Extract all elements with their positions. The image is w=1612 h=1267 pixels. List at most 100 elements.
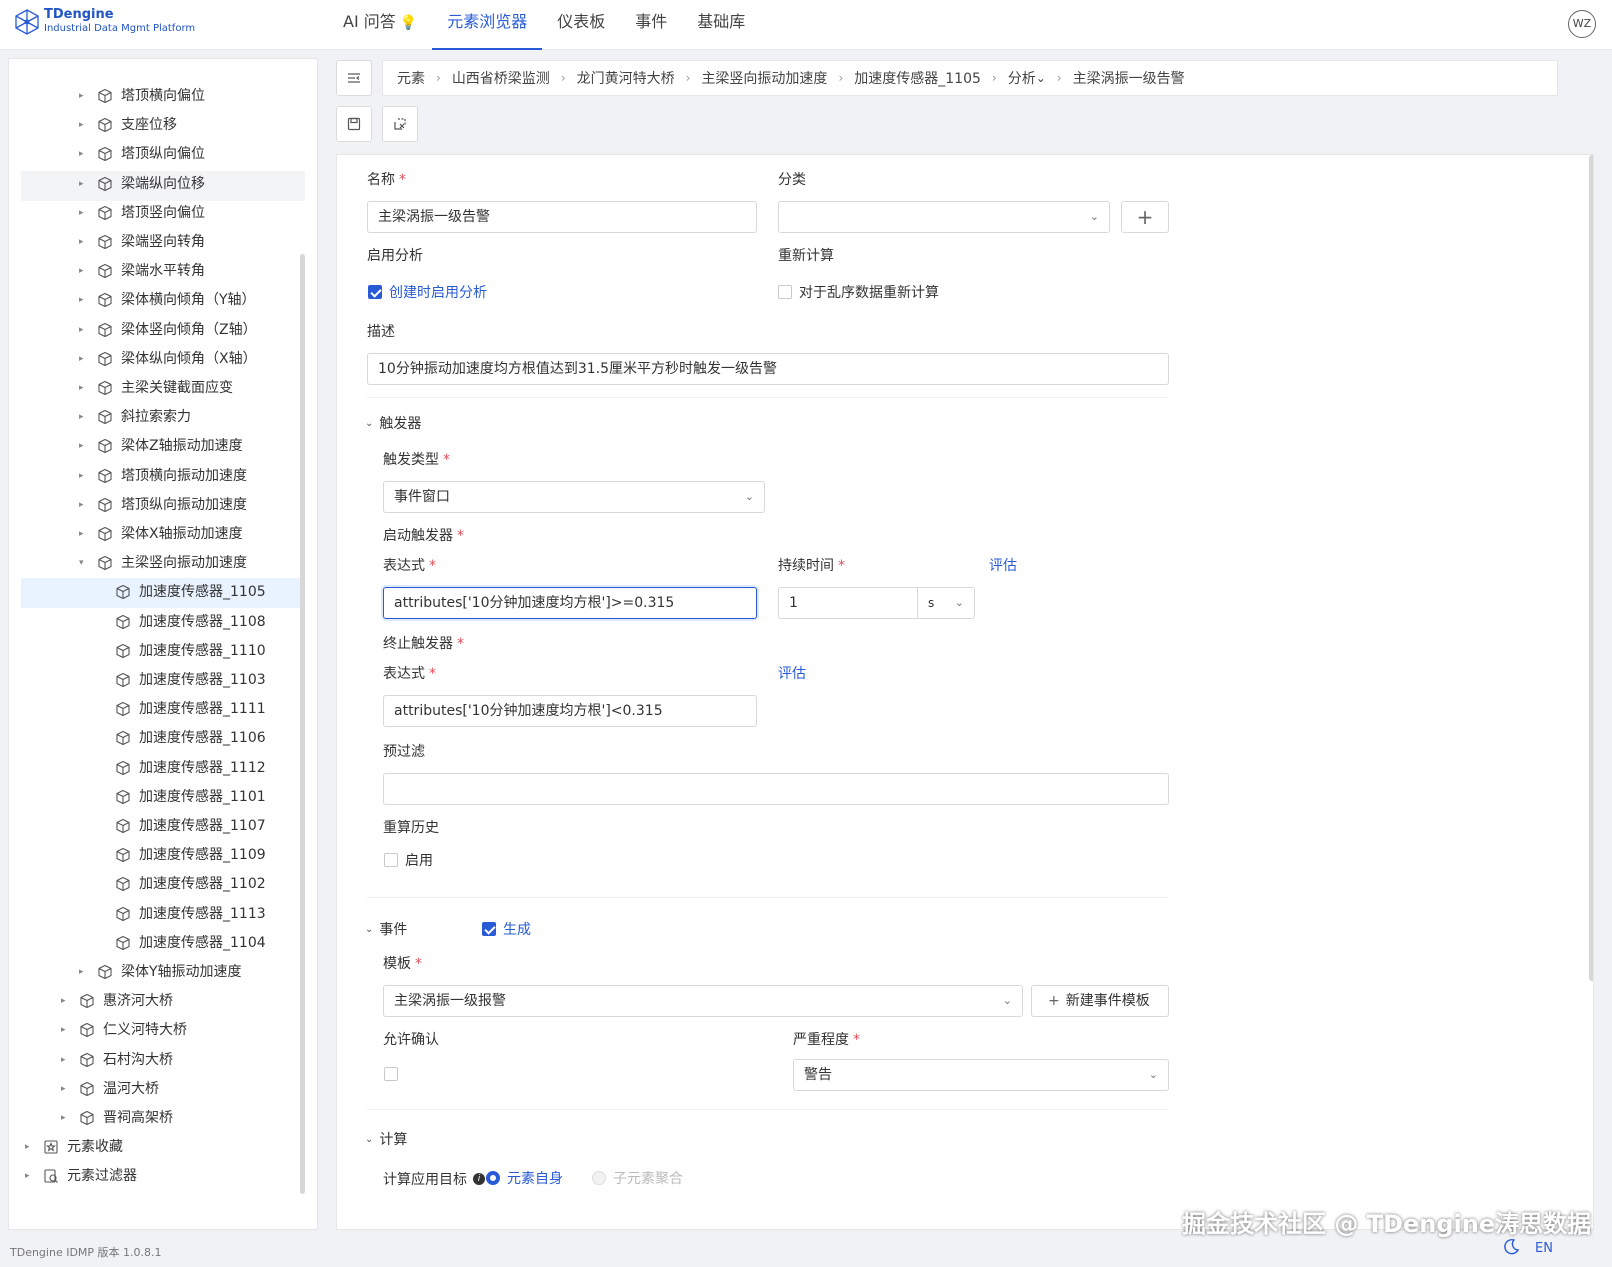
caret-right-icon[interactable]: ▸ [79, 82, 91, 110]
start-expression-input[interactable]: attributes['10分钟加速度均方根']>=0.315 [383, 587, 757, 619]
tree-item-sensor[interactable]: 加速度传感器_1110 [97, 637, 266, 665]
tree-item-metric[interactable]: ▸ 梁体纵向倾角（X轴） [79, 345, 257, 373]
tree-item-metric[interactable]: ▸ 梁体竖向倾角（Z轴） [79, 316, 257, 344]
nav-events[interactable]: 事件 [620, 0, 682, 50]
caret-right-icon[interactable]: ▸ [79, 958, 91, 986]
tree-item-metric[interactable]: ▸ 塔顶纵向振动加速度 [79, 491, 247, 519]
tree-item-metric[interactable]: ▾ 主梁竖向振动加速度 [79, 549, 247, 577]
caret-right-icon[interactable]: ▸ [79, 491, 91, 519]
caret-right-icon[interactable]: ▸ [79, 257, 91, 285]
chevron-down-icon[interactable]: ⌄ [1036, 71, 1046, 85]
tree-item-metric[interactable]: ▸ 塔顶竖向偏位 [79, 199, 205, 227]
tree-root-favorites[interactable]: ▸ 元素收藏 [25, 1133, 123, 1161]
enable-analysis-checkbox[interactable] [368, 285, 382, 299]
generate-event-label[interactable]: 生成 [503, 919, 531, 939]
save-button[interactable] [336, 106, 372, 142]
evaluate-stop-link[interactable]: 评估 [778, 663, 806, 683]
event-template-select[interactable]: 主梁涡振一级报警 ⌄ [383, 985, 1023, 1017]
brand-logo[interactable]: TDengine Industrial Data Mgmt Platform [14, 8, 195, 36]
evaluate-start-link[interactable]: 评估 [989, 555, 1017, 575]
caret-right-icon[interactable]: ▸ [79, 58, 91, 59]
tree-item-metric[interactable]: ▸ 梁体Y轴振动加速度 [79, 958, 242, 986]
caret-right-icon[interactable]: ▸ [79, 520, 91, 548]
tree-item-sensor[interactable]: 加速度传感器_1102 [97, 870, 266, 898]
caret-down-icon[interactable]: ▾ [79, 549, 91, 577]
caret-right-icon[interactable]: ▸ [79, 462, 91, 490]
caret-right-icon[interactable]: ▸ [25, 1162, 37, 1190]
recalc-checkbox[interactable] [778, 285, 792, 299]
description-textarea[interactable]: 10分钟振动加速度均方根值达到31.5厘米平方秒时触发一级告警 [367, 353, 1169, 385]
tree-item-partial[interactable]: ▸ 主梁竖向位移 [79, 58, 205, 59]
tree-item-metric[interactable]: ▸ 塔顶纵向偏位 [79, 140, 205, 168]
breadcrumb-item[interactable]: 主梁涡振一级告警 [1073, 68, 1185, 88]
caret-right-icon[interactable]: ▸ [79, 140, 91, 168]
severity-select[interactable]: 警告 ⌄ [793, 1059, 1169, 1091]
generate-event-checkbox[interactable] [482, 922, 496, 936]
breadcrumb-item[interactable]: 加速度传感器_1105 [854, 68, 981, 88]
tree-item-sensor[interactable]: 加速度传感器_1113 [97, 900, 266, 928]
moon-icon[interactable] [1502, 1238, 1520, 1256]
toggle-sidebar-button[interactable] [336, 60, 372, 96]
caret-right-icon[interactable]: ▸ [61, 1104, 73, 1132]
tree-item-bridge[interactable]: ▸ 惠济河大桥 [61, 987, 173, 1015]
caret-right-icon[interactable]: ▸ [79, 403, 91, 431]
tree-item-bridge[interactable]: ▸ 石村沟大桥 [61, 1046, 173, 1074]
tree-item-metric[interactable]: ▸ 梁端纵向位移 [79, 170, 205, 198]
rehistory-checkbox[interactable] [384, 853, 398, 867]
tree-item-metric[interactable]: ▸ 主梁关键截面应变 [79, 374, 233, 402]
calc-target-self-radio[interactable] [486, 1171, 500, 1185]
breadcrumb-item[interactable]: 元素 [397, 68, 425, 88]
caret-right-icon[interactable]: ▸ [79, 374, 91, 402]
tree-item-sensor[interactable]: 加速度传感器_1103 [97, 666, 266, 694]
tree-item-metric[interactable]: ▸ 梁体X轴振动加速度 [79, 520, 243, 548]
tree-root-filters[interactable]: ▸ 元素过滤器 [25, 1162, 137, 1190]
user-avatar[interactable]: WZ [1568, 10, 1596, 38]
discard-button[interactable] [382, 106, 418, 142]
language-switch[interactable]: EN [1535, 1241, 1553, 1256]
tree-item-metric[interactable]: ▸ 塔顶横向偏位 [79, 82, 205, 110]
tree-item-metric[interactable]: ▸ 支座位移 [79, 111, 177, 139]
tree-item-bridge[interactable]: ▸ 晋祠高架桥 [61, 1104, 173, 1132]
stop-expression-input[interactable]: attributes['10分钟加速度均方根']<0.315 [383, 695, 757, 727]
breadcrumb-item[interactable]: 分析 [1008, 68, 1036, 88]
trigger-type-select[interactable]: 事件窗口 ⌄ [383, 481, 765, 513]
caret-right-icon[interactable]: ▸ [79, 432, 91, 460]
calc-target-children-radio[interactable] [592, 1171, 606, 1185]
category-select[interactable]: ⌄ [778, 201, 1110, 233]
duration-unit-select[interactable]: s ⌄ [917, 587, 975, 619]
sidebar-scrollbar[interactable] [300, 254, 305, 1194]
nav-dashboard[interactable]: 仪表板 [542, 0, 620, 50]
rehistory-checkbox-label[interactable]: 启用 [405, 850, 433, 870]
info-icon[interactable]: i [473, 1173, 485, 1185]
calc-section-toggle[interactable]: ⌄ 计算 [365, 1129, 407, 1149]
duration-input[interactable]: 1 [778, 587, 918, 619]
tree-item-metric[interactable]: ▸ 塔顶横向振动加速度 [79, 462, 247, 490]
caret-right-icon[interactable]: ▸ [61, 1016, 73, 1044]
nav-ai-qa[interactable]: AI 问答 💡 [328, 0, 432, 50]
calc-target-children-label[interactable]: 子元素聚合 [613, 1168, 683, 1188]
add-category-button[interactable]: + [1121, 201, 1169, 233]
tree-item-sensor[interactable]: 加速度传感器_1105 [97, 578, 266, 606]
new-event-template-button[interactable]: + 新建事件模板 [1031, 985, 1169, 1017]
caret-right-icon[interactable]: ▸ [79, 199, 91, 227]
tree-item-metric[interactable]: ▸ 斜拉索索力 [79, 403, 191, 431]
caret-right-icon[interactable]: ▸ [61, 1046, 73, 1074]
nav-element-browser[interactable]: 元素浏览器 [432, 0, 543, 50]
enable-analysis-checkbox-label[interactable]: 创建时启用分析 [389, 282, 487, 302]
caret-right-icon[interactable]: ▸ [61, 987, 73, 1015]
tree-item-bridge[interactable]: ▸ 温河大桥 [61, 1075, 159, 1103]
name-input[interactable]: 主梁涡振一级告警 [367, 201, 757, 233]
caret-right-icon[interactable]: ▸ [79, 286, 91, 314]
allow-ack-checkbox[interactable] [384, 1067, 398, 1081]
tree-item-metric[interactable]: ▸ 梁体横向倾角（Y轴） [79, 286, 256, 314]
tree-item-sensor[interactable]: 加速度传感器_1112 [97, 754, 266, 782]
caret-right-icon[interactable]: ▸ [79, 345, 91, 373]
tree-item-sensor[interactable]: 加速度传感器_1101 [97, 783, 266, 811]
recalc-checkbox-label[interactable]: 对于乱序数据重新计算 [799, 282, 939, 302]
breadcrumb-item[interactable]: 主梁竖向振动加速度 [701, 68, 827, 88]
tree-item-sensor[interactable]: 加速度传感器_1106 [97, 724, 266, 752]
caret-right-icon[interactable]: ▸ [79, 111, 91, 139]
tree-item-metric[interactable]: ▸ 梁体Z轴振动加速度 [79, 432, 243, 460]
tree-item-sensor[interactable]: 加速度传感器_1104 [97, 929, 266, 957]
caret-right-icon[interactable]: ▸ [79, 170, 91, 198]
